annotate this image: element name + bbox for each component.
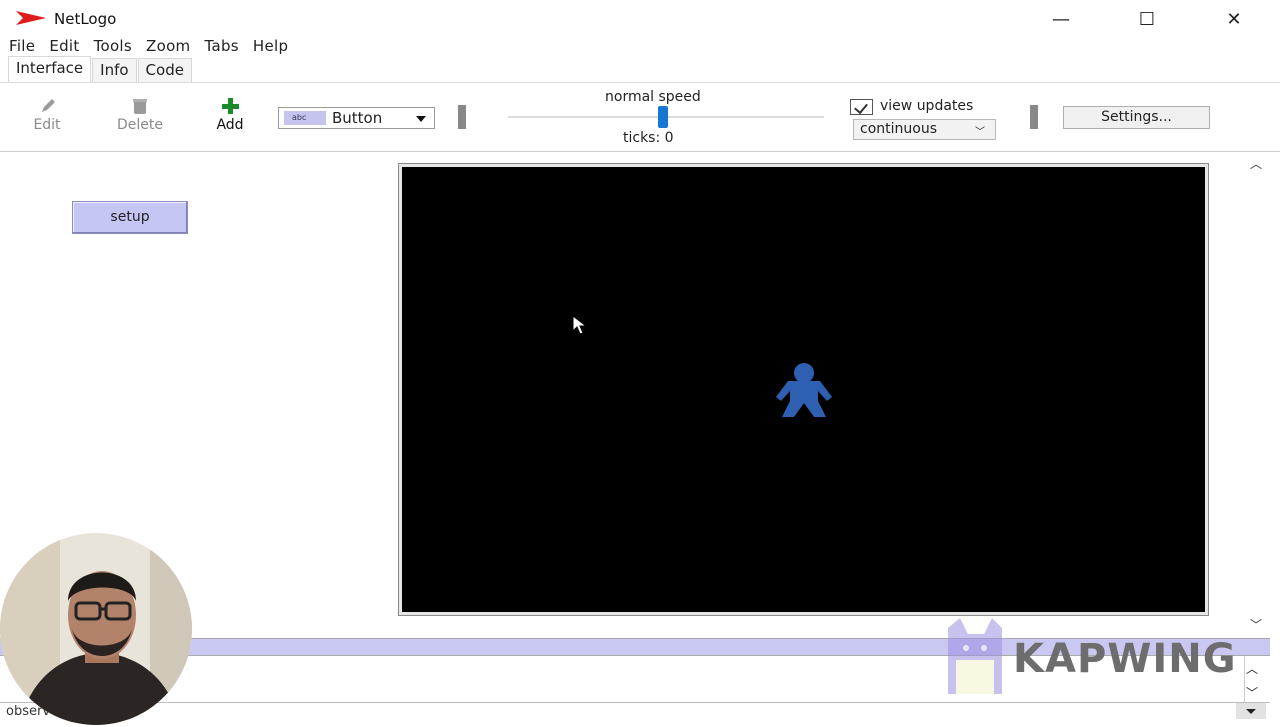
minimize-button[interactable]: — xyxy=(1038,4,1084,34)
window-title: NetLogo xyxy=(54,10,117,28)
menu-bar: File Edit Tools Zoom Tabs Help xyxy=(0,36,1280,58)
pencil-icon xyxy=(29,97,65,117)
scroll-up-icon[interactable]: ︿ xyxy=(1247,155,1265,171)
setup-button[interactable]: setup xyxy=(72,201,188,234)
speed-slider-thumb[interactable] xyxy=(658,106,668,128)
toolbar-divider xyxy=(1030,105,1038,129)
chevron-down-icon: ﹀ xyxy=(975,127,985,138)
trash-icon xyxy=(110,97,170,117)
delete-button[interactable]: Delete xyxy=(110,97,170,133)
chevron-down-icon xyxy=(416,116,426,122)
kapwing-watermark-text: KAPWING xyxy=(1013,636,1237,682)
chevron-down-icon[interactable]: ﹀ xyxy=(1246,684,1258,701)
menu-file[interactable]: File xyxy=(0,36,42,58)
tab-code[interactable]: Code xyxy=(137,58,192,82)
tab-info[interactable]: Info xyxy=(92,58,137,82)
edit-label: Edit xyxy=(33,117,61,133)
title-bar: NetLogo — ☐ ✕ xyxy=(0,0,1280,36)
plus-icon xyxy=(210,97,250,117)
webcam-overlay xyxy=(0,533,192,725)
view-updates-label: view updates xyxy=(880,98,974,114)
ticks-counter: ticks: 0 xyxy=(623,130,674,146)
main-tabs: Interface Info Code xyxy=(8,56,193,82)
delete-label: Delete xyxy=(117,117,163,133)
close-button[interactable]: ✕ xyxy=(1211,4,1257,34)
view-updates-checkbox[interactable] xyxy=(850,99,873,115)
widget-type-select[interactable]: abc Button xyxy=(278,107,435,129)
menu-tabs[interactable]: Tabs xyxy=(197,36,245,58)
world-view-frame xyxy=(398,163,1209,616)
edit-button[interactable]: Edit xyxy=(29,97,65,133)
world-view[interactable] xyxy=(402,167,1205,612)
widget-type-icon: abc xyxy=(284,111,326,125)
add-label: Add xyxy=(216,117,244,133)
update-mode-value: continuous xyxy=(860,121,937,137)
menu-edit[interactable]: Edit xyxy=(42,36,86,58)
mouse-cursor-icon xyxy=(572,314,588,339)
tab-interface[interactable]: Interface xyxy=(8,56,92,82)
menu-zoom[interactable]: Zoom xyxy=(139,36,197,58)
person-turtle-icon xyxy=(774,363,834,425)
kapwing-logo-icon xyxy=(948,618,1002,694)
chevron-up-icon[interactable]: ︿ xyxy=(1246,660,1258,677)
settings-button[interactable]: Settings... xyxy=(1063,106,1210,129)
netlogo-logo-icon xyxy=(16,10,46,30)
update-mode-select[interactable]: continuous ﹀ xyxy=(853,119,996,140)
maximize-button[interactable]: ☐ xyxy=(1124,4,1170,34)
widget-type-value: Button xyxy=(332,109,383,127)
speed-label: normal speed xyxy=(605,89,701,105)
agent-type-dropdown[interactable] xyxy=(1236,703,1266,719)
add-button[interactable]: Add xyxy=(210,97,250,133)
toolbar-divider xyxy=(458,105,466,129)
scroll-down-icon[interactable]: ﹀ xyxy=(1247,616,1265,632)
interface-toolbar: Edit Delete Add abc Button normal speed … xyxy=(0,82,1280,152)
menu-help[interactable]: Help xyxy=(246,36,295,58)
command-input[interactable]: observer> xyxy=(0,702,1270,720)
menu-tools[interactable]: Tools xyxy=(87,36,139,58)
